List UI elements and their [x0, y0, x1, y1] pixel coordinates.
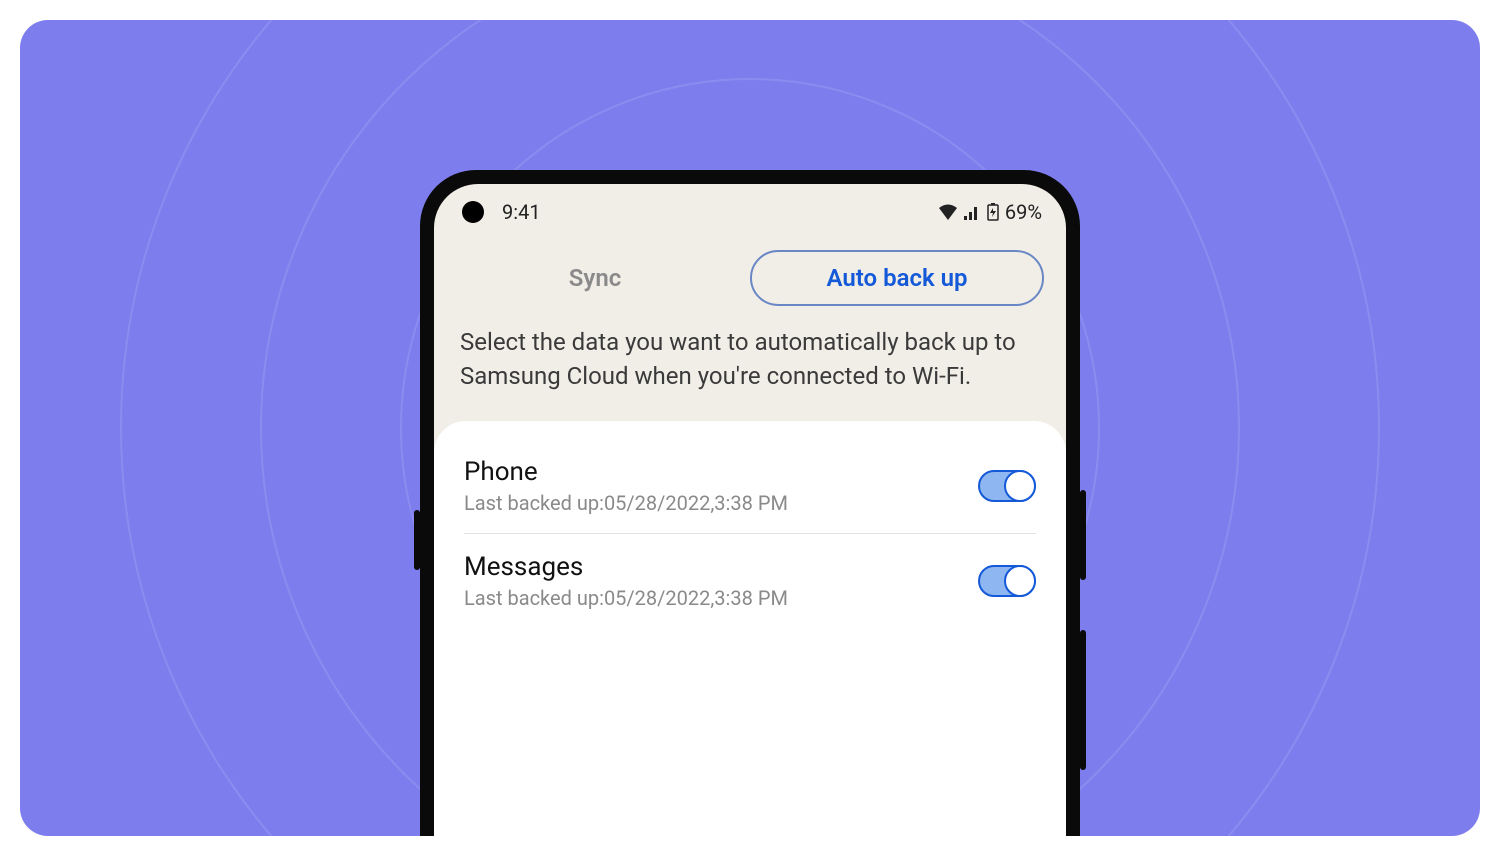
status-right: 69% — [939, 200, 1042, 224]
toggle-switch[interactable] — [978, 565, 1036, 597]
phone-side-button — [414, 510, 420, 570]
toggle-switch[interactable] — [978, 470, 1036, 502]
phone-side-button — [1080, 630, 1086, 770]
description-text: Select the data you want to automaticall… — [434, 326, 1066, 421]
item-subtitle: Last backed up:05/28/2022,3:38 PM — [464, 586, 788, 610]
toggle-knob — [1004, 470, 1036, 502]
item-subtitle: Last backed up:05/28/2022,3:38 PM — [464, 491, 788, 515]
wifi-icon — [939, 204, 957, 220]
tab-auto-backup[interactable]: Auto back up — [750, 250, 1044, 306]
battery-percent: 69% — [1005, 200, 1042, 224]
list-item[interactable]: Messages Last backed up:05/28/2022,3:38 … — [434, 534, 1066, 628]
status-left: 9:41 — [458, 200, 541, 224]
phone-side-button — [1080, 490, 1086, 580]
phone-screen: 9:41 69% Sync Auto ba — [434, 184, 1066, 836]
toggle-knob — [1004, 565, 1036, 597]
promo-card: 9:41 69% Sync Auto ba — [20, 20, 1480, 836]
backup-list-card: Phone Last backed up:05/28/2022,3:38 PM … — [434, 421, 1066, 836]
list-item-text: Phone Last backed up:05/28/2022,3:38 PM — [464, 457, 788, 515]
battery-icon — [987, 203, 999, 221]
phone-frame: 9:41 69% Sync Auto ba — [420, 170, 1080, 836]
signal-icon — [963, 204, 981, 220]
camera-hole — [462, 201, 484, 223]
tabs-row: Sync Auto back up — [434, 240, 1066, 326]
tab-sync[interactable]: Sync — [456, 252, 734, 304]
item-title: Messages — [464, 552, 788, 582]
list-item[interactable]: Phone Last backed up:05/28/2022,3:38 PM — [434, 439, 1066, 533]
list-item-text: Messages Last backed up:05/28/2022,3:38 … — [464, 552, 788, 610]
item-title: Phone — [464, 457, 788, 487]
status-bar: 9:41 69% — [434, 184, 1066, 240]
status-time: 9:41 — [502, 200, 541, 224]
